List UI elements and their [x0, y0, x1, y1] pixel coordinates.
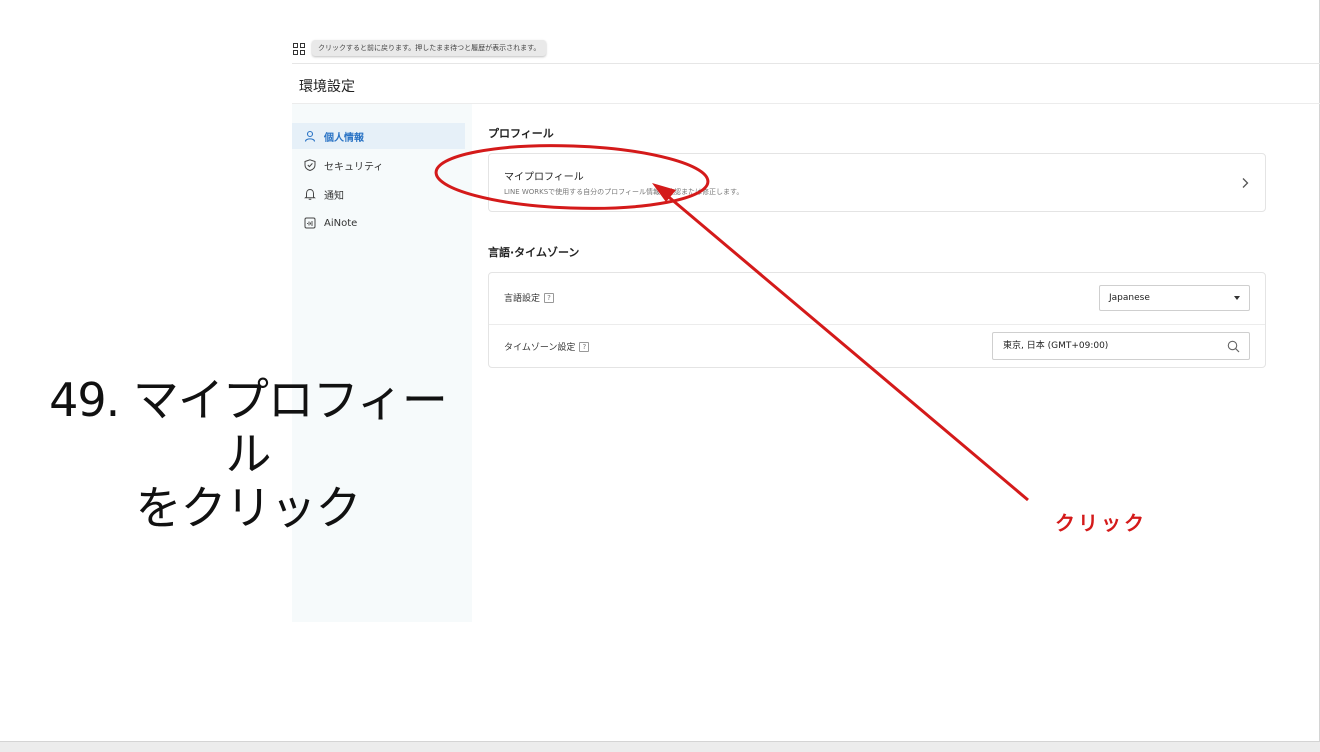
- step-caption: 49. マイプロフィール をクリック: [28, 373, 468, 535]
- language-label: 言語設定 ?: [504, 291, 555, 304]
- sidebar-item-label: AiNote: [324, 217, 358, 229]
- bell-icon: [304, 188, 316, 200]
- language-select-value: Japanese: [1109, 293, 1150, 303]
- language-section-title: 言語·タイムゾーン: [488, 246, 580, 259]
- timezone-input[interactable]: 東京, 日本 (GMT+09:00): [992, 332, 1250, 360]
- sidebar-item-security[interactable]: セキュリティ: [292, 152, 465, 178]
- profile-section-title: プロフィール: [488, 127, 554, 140]
- my-profile-card[interactable]: マイプロフィール LINE WORKSで使用する自分のプロフィール情報を確認また…: [488, 153, 1266, 212]
- timezone-input-value: 東京, 日本 (GMT+09:00): [1003, 341, 1109, 351]
- my-profile-description: LINE WORKSで使用する自分のプロフィール情報を確認または修正します。: [504, 188, 744, 196]
- ainote-icon: [304, 217, 316, 229]
- click-annotation-label: クリック: [1055, 511, 1147, 535]
- page-title: 環境設定: [299, 79, 355, 95]
- help-icon[interactable]: ?: [544, 292, 555, 303]
- sidebar-item-notifications[interactable]: 通知: [292, 181, 465, 207]
- step-caption-line1: 49. マイプロフィール: [49, 373, 448, 481]
- search-icon[interactable]: [1227, 340, 1240, 353]
- slide-canvas: クリックすると前に戻ります。押したまま待つと履歴が表示されます。 環境設定 個人…: [0, 0, 1320, 742]
- language-row: 言語設定 ? Japanese: [489, 273, 1265, 321]
- caret-down-icon: [1234, 296, 1240, 300]
- back-tooltip: クリックすると前に戻ります。押したまま待つと履歴が表示されます。: [312, 40, 547, 56]
- my-profile-title: マイプロフィール: [504, 172, 584, 183]
- sidebar-item-label: 個人情報: [324, 132, 364, 144]
- language-label-text: 言語設定: [504, 294, 541, 304]
- sidebar-item-label: 通知: [324, 190, 344, 202]
- chevron-right-icon: [1242, 178, 1249, 188]
- step-caption-line2: をクリック: [135, 481, 362, 535]
- person-icon: [304, 130, 316, 142]
- sidebar: 個人情報 セキュリティ 通知 AiNote: [292, 104, 472, 622]
- sidebar-item-personal-info[interactable]: 個人情報: [292, 123, 465, 149]
- timezone-label: タイムゾーン設定 ?: [504, 340, 590, 353]
- grid-icon[interactable]: [293, 43, 305, 55]
- annotation-overlay: [434, 144, 1029, 502]
- shield-icon: [304, 159, 316, 171]
- help-icon[interactable]: ?: [579, 341, 590, 352]
- sidebar-item-label: セキュリティ: [324, 161, 384, 173]
- sidebar-item-ainote[interactable]: AiNote: [292, 210, 465, 236]
- language-card: 言語設定 ? Japanese タイムゾーン設定 ? 東京, 日本 (GMT+0…: [488, 272, 1266, 368]
- timezone-label-text: タイムゾーン設定: [504, 343, 576, 353]
- top-toolbar: クリックすると前に戻ります。押したまま待つと履歴が表示されます。: [292, 38, 1320, 64]
- language-select[interactable]: Japanese: [1099, 285, 1250, 311]
